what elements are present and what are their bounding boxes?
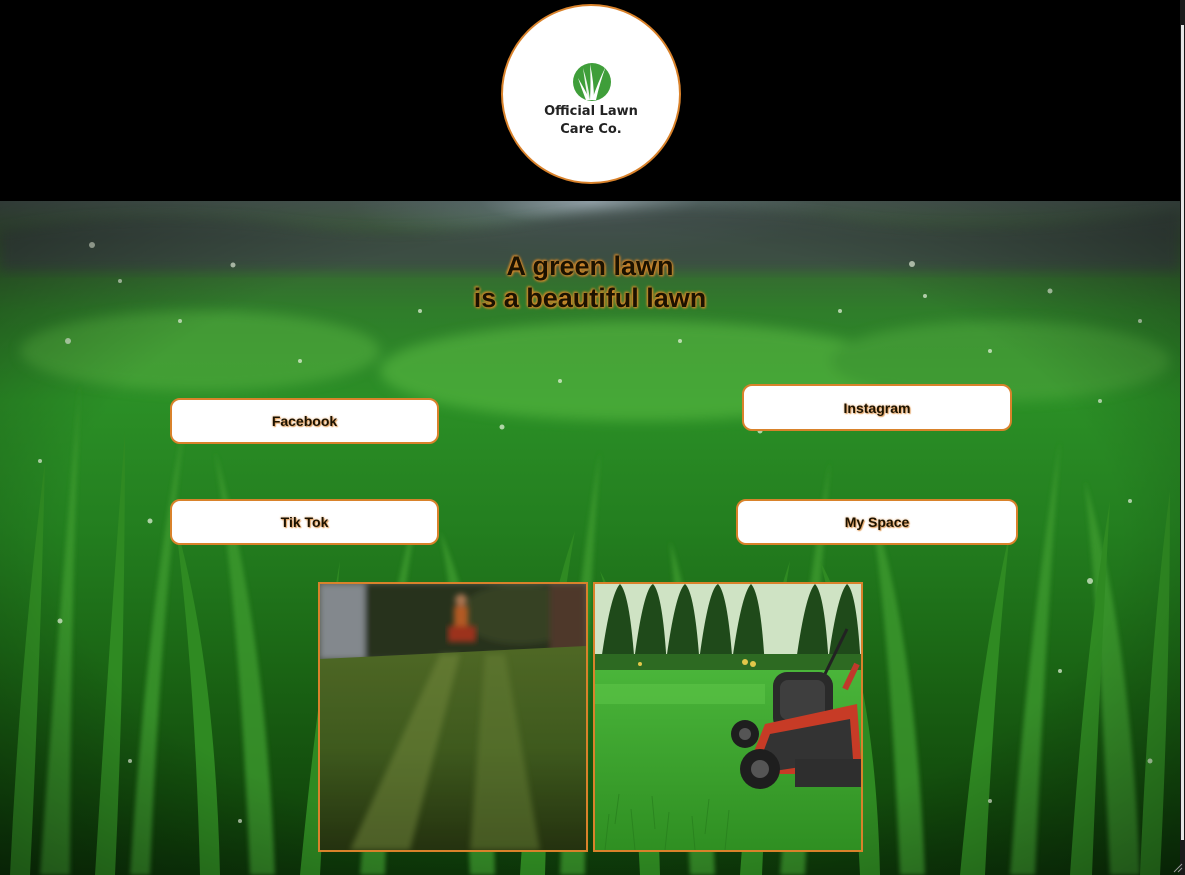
resize-grip-icon[interactable] bbox=[1171, 861, 1183, 873]
headline-line1: A green lawn bbox=[506, 251, 674, 281]
logo[interactable]: Official Lawn Care Co. bbox=[501, 4, 681, 184]
instagram-button[interactable]: Instagram bbox=[742, 384, 1012, 431]
site-header: Official Lawn Care Co. bbox=[0, 0, 1185, 201]
lawn-stripes-image bbox=[320, 584, 586, 850]
lawn-mower-image bbox=[595, 584, 861, 850]
myspace-button[interactable]: My Space bbox=[736, 499, 1018, 545]
facebook-button[interactable]: Facebook bbox=[170, 398, 439, 444]
lawn-mower-photo bbox=[593, 582, 863, 852]
scrollbar-thumb[interactable] bbox=[1181, 25, 1184, 840]
logo-text-line1: Official Lawn bbox=[544, 104, 638, 119]
headline-line2: is a beautiful lawn bbox=[473, 283, 707, 313]
lawn-stripes-photo bbox=[318, 582, 588, 852]
page: Official Lawn Care Co. A green lawn is a… bbox=[0, 0, 1185, 875]
logo-text: Official Lawn Care Co. bbox=[503, 103, 679, 139]
grass-leaf-icon bbox=[573, 63, 611, 101]
tiktok-button[interactable]: Tik Tok bbox=[170, 499, 439, 545]
hero-headline: A green lawn is a beautiful lawn bbox=[390, 250, 790, 314]
logo-text-line2: Care Co. bbox=[560, 122, 622, 137]
